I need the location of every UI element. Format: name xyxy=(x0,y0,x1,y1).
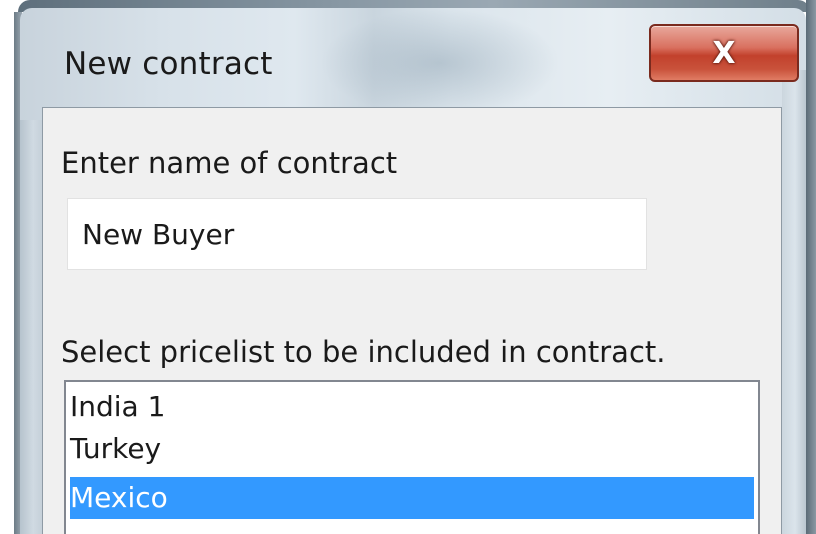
list-item-turkey[interactable]: Turkey xyxy=(70,428,161,470)
close-icon: X xyxy=(712,35,736,71)
list-item-india-1[interactable]: India 1 xyxy=(70,386,165,428)
pricelist-label: Select pricelist to be included in contr… xyxy=(61,335,666,369)
window-frame-left xyxy=(20,120,42,534)
new-contract-dialog: New contract X Enter name of contract Se… xyxy=(0,0,816,534)
pricelist-listbox[interactable]: India 1 Turkey Mexico xyxy=(64,380,760,534)
contract-name-label: Enter name of contract xyxy=(61,146,398,180)
contract-name-input[interactable] xyxy=(67,198,647,270)
window-frame-right-edge xyxy=(806,0,816,534)
window-title: New contract xyxy=(64,46,273,82)
dialog-body: Enter name of contract Select pricelist … xyxy=(42,107,782,534)
close-button[interactable]: X xyxy=(649,24,799,82)
window-frame-right xyxy=(782,70,808,534)
list-item-mexico[interactable]: Mexico xyxy=(70,477,754,519)
